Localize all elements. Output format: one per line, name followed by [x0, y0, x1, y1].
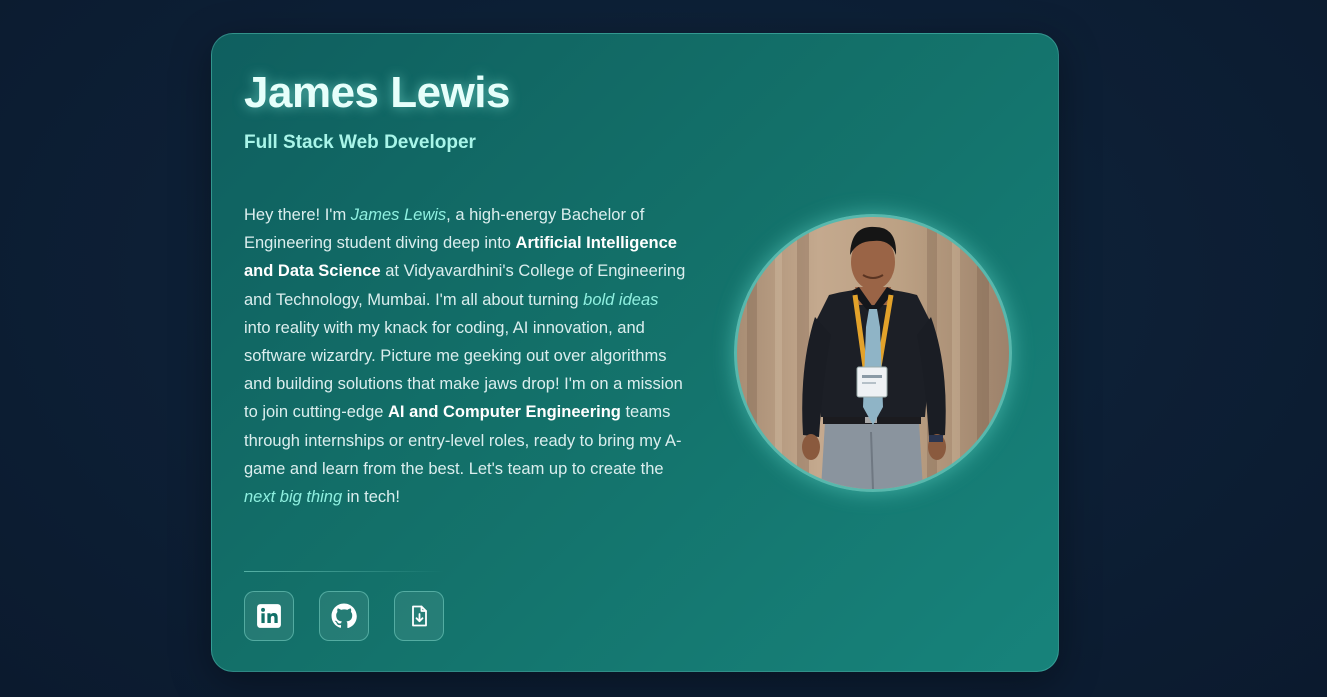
bio-name-emphasis: James Lewis [350, 206, 447, 224]
divider [244, 571, 444, 572]
resume-download-button[interactable] [394, 591, 444, 641]
profile-bio: Hey there! I'm James Lewis, a high-energ… [244, 201, 689, 511]
profile-name: James Lewis [244, 68, 511, 117]
github-button[interactable] [319, 591, 369, 641]
github-icon [331, 603, 357, 629]
resume-download-icon [407, 604, 431, 628]
bio-teams-strong: AI and Computer Engineering [388, 403, 621, 422]
bio-text: Hey there! I'm [244, 206, 351, 224]
profile-card: James Lewis Full Stack Web Developer Hey… [211, 33, 1059, 672]
profile-title: Full Stack Web Developer [244, 132, 476, 153]
linkedin-icon [256, 603, 282, 629]
social-links [244, 591, 444, 641]
linkedin-button[interactable] [244, 591, 294, 641]
bio-next-emphasis: next big thing [244, 488, 343, 507]
profile-photo [734, 214, 1012, 492]
bio-text: in tech! [342, 488, 400, 507]
bio-ideas-emphasis: bold ideas [583, 290, 659, 309]
